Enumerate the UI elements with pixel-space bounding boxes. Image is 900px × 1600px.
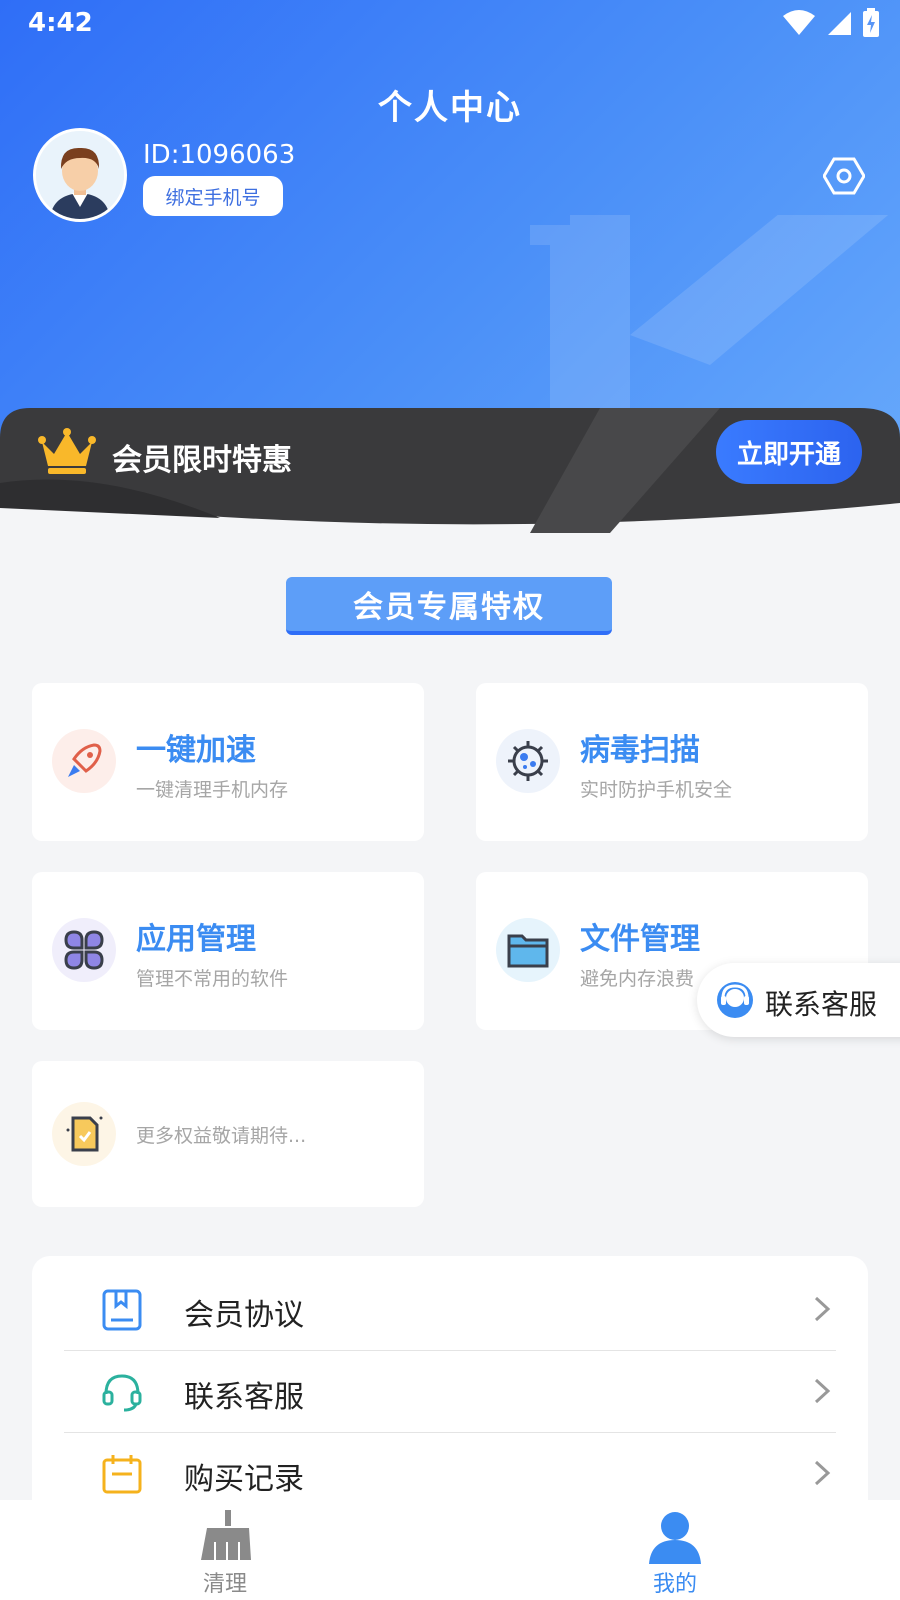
- menu-item-label: 联系客服: [184, 1380, 304, 1415]
- card-title: 一键加速: [136, 733, 256, 768]
- calendar-icon: [102, 1455, 142, 1494]
- open-vip-button[interactable]: 立即开通: [716, 420, 862, 484]
- card-subtitle: 避免内存浪费: [580, 968, 695, 990]
- card-title: 文件管理: [580, 922, 700, 957]
- card-more-benefits: 更多权益敬请期待...: [32, 1061, 424, 1207]
- tab-clean[interactable]: 清理: [0, 1500, 450, 1600]
- contact-service-float-label: 联系客服: [765, 988, 878, 1021]
- virus-icon: [496, 729, 560, 793]
- tab-mine[interactable]: 我的: [450, 1500, 900, 1600]
- header-background: [0, 0, 900, 470]
- folder-icon: [496, 918, 560, 982]
- chevron-right-icon: [814, 1296, 831, 1322]
- page-title: 个人中心: [378, 88, 522, 128]
- bind-phone-button[interactable]: 绑定手机号: [143, 176, 283, 216]
- card-title: 病毒扫描: [580, 733, 700, 768]
- status-bar: 4:42: [0, 0, 900, 50]
- card-subtitle: 一键清理手机内存: [136, 779, 289, 801]
- tab-label: 清理: [202, 1572, 247, 1597]
- book-icon: [102, 1289, 142, 1331]
- bottom-tab-bar: 清理 我的: [0, 1500, 900, 1600]
- wifi-icon: [783, 10, 815, 35]
- avatar[interactable]: [33, 128, 127, 222]
- chevron-right-icon: [814, 1460, 831, 1486]
- menu-item-label: 会员协议: [184, 1298, 304, 1333]
- contact-service-float-button[interactable]: 联系客服: [697, 963, 900, 1037]
- card-title: 应用管理: [136, 922, 256, 957]
- app-grid-icon: [52, 918, 116, 982]
- card-speedup[interactable]: 一键加速 一键清理手机内存: [32, 683, 424, 841]
- battery-icon: [863, 8, 879, 37]
- card-virus-scan[interactable]: 病毒扫描 实时防护手机安全: [476, 683, 868, 841]
- user-avatar-illustration: [36, 131, 124, 219]
- more-benefits-text: 更多权益敬请期待...: [136, 1125, 307, 1147]
- rocket-icon: [52, 729, 116, 793]
- customer-service-icon: [717, 982, 753, 1018]
- signal-icon: [828, 12, 851, 35]
- privileges-section-title: 会员专属特权: [286, 577, 612, 635]
- tab-label: 我的: [652, 1572, 697, 1597]
- menu-item-label: 购买记录: [184, 1462, 304, 1497]
- status-icons: [782, 8, 880, 38]
- menu-item-member-agreement[interactable]: 会员协议: [64, 1268, 836, 1350]
- user-id: ID:1096063: [143, 140, 296, 170]
- headset-icon: [102, 1374, 142, 1412]
- watermark-logo: [530, 215, 889, 415]
- broom-icon: [201, 1510, 251, 1560]
- card-subtitle: 管理不常用的软件: [136, 968, 289, 990]
- status-time: 4:42: [28, 8, 93, 38]
- document-star-icon: [52, 1102, 116, 1166]
- chevron-right-icon: [814, 1378, 831, 1404]
- card-app-manage[interactable]: 应用管理 管理不常用的软件: [32, 872, 424, 1030]
- settings-icon[interactable]: [823, 155, 865, 197]
- card-subtitle: 实时防护手机安全: [580, 779, 733, 801]
- user-icon: [649, 1512, 701, 1564]
- menu-item-contact-service[interactable]: 联系客服: [64, 1350, 836, 1432]
- crown-icon: [38, 428, 96, 474]
- vip-banner-label: 会员限时特惠: [112, 443, 292, 478]
